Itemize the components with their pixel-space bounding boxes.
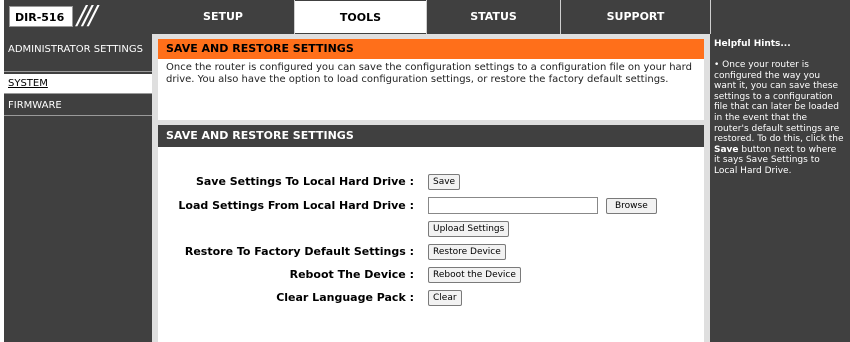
tab-divider [710, 0, 711, 34]
helpful-hints-panel: Helpful Hints... • Once your router is c… [710, 34, 850, 342]
upload-settings-button[interactable]: Upload Settings [428, 221, 510, 237]
clear-button[interactable]: Clear [428, 290, 462, 306]
tab-support[interactable]: SUPPORT [561, 0, 710, 34]
sidebar-item-administrator-settings[interactable]: ADMINISTRATOR SETTINGS [4, 42, 152, 72]
help-text: • Once your router is configured the way… [710, 49, 850, 177]
intro-panel: SAVE AND RESTORE SETTINGS Once the route… [158, 39, 704, 120]
model-label: DIR-516 [9, 6, 73, 27]
settings-panel: SAVE AND RESTORE SETTINGS Save Settings … [158, 125, 704, 342]
help-text-bold: Save [714, 144, 739, 155]
sidebar-item-system[interactable]: SYSTEM [4, 74, 152, 94]
tab-status[interactable]: STATUS [427, 0, 560, 34]
intro-title: SAVE AND RESTORE SETTINGS [158, 39, 704, 59]
brand-slashes-icon: /// [77, 1, 97, 31]
file-path-input[interactable] [428, 197, 598, 214]
sidebar: ADMINISTRATOR SETTINGS SYSTEM FIRMWARE [4, 34, 152, 342]
save-settings-label: Save Settings To Local Hard Drive : [195, 175, 414, 188]
router-admin-page: DIR-516 /// SETUP TOOLS STATUS SUPPORT A… [4, 0, 850, 342]
clear-language-label: Clear Language Pack : [276, 291, 414, 304]
help-title: Helpful Hints... [714, 39, 791, 49]
reboot-device-button[interactable]: Reboot the Device [428, 267, 521, 283]
restore-factory-label: Restore To Factory Default Settings : [184, 245, 414, 258]
load-settings-label: Load Settings From Local Hard Drive : [178, 199, 414, 212]
browse-button[interactable]: Browse [606, 198, 657, 214]
intro-text: Once the router is configured you can sa… [166, 62, 692, 85]
restore-device-button[interactable]: Restore Device [428, 244, 506, 260]
main-content: SAVE AND RESTORE SETTINGS Once the route… [152, 34, 710, 342]
tab-tools[interactable]: TOOLS [295, 1, 426, 33]
reboot-label: Reboot The Device : [289, 268, 414, 281]
model-header: DIR-516 /// [4, 0, 152, 34]
save-button[interactable]: Save [428, 174, 461, 190]
help-text-part: • Once your router is configured the way… [714, 60, 844, 145]
sidebar-item-firmware[interactable]: FIRMWARE [4, 96, 152, 116]
settings-title: SAVE AND RESTORE SETTINGS [158, 125, 704, 147]
tab-setup[interactable]: SETUP [152, 0, 294, 34]
